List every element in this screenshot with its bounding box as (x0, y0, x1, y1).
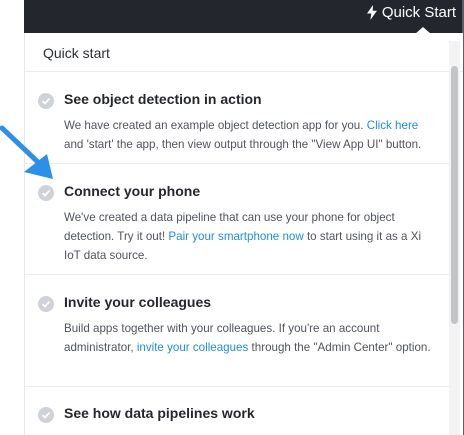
divider (25, 386, 449, 387)
click-here-link[interactable]: Click here (367, 119, 419, 132)
divider (25, 274, 449, 275)
popover-caret (415, 27, 431, 34)
pointer-arrow-icon (0, 125, 53, 179)
check-circle-icon (38, 296, 54, 312)
check-circle-icon (38, 407, 54, 423)
divider (25, 163, 449, 164)
item-title: Connect your phone (64, 183, 201, 199)
divider (25, 71, 463, 72)
item-title: See how data pipelines work (64, 405, 255, 421)
lightning-bolt-icon (366, 4, 377, 20)
quick-start-screen: Quick Start Quick start See object detec… (0, 0, 464, 435)
item-description: We've created a data pipeline that can u… (64, 211, 422, 262)
quick-start-label: Quick Start (381, 3, 456, 21)
item-title: See object detection in action (64, 91, 262, 107)
scrollbar-thumb[interactable] (451, 66, 458, 324)
item-description: Build apps together with your colleagues… (64, 322, 431, 354)
top-header-bar: Quick Start (24, 0, 464, 33)
quick-start-panel: Quick start See object detection in acti… (24, 33, 463, 435)
item-title: Invite your colleagues (64, 294, 212, 310)
check-circle-icon (38, 185, 54, 201)
check-circle-icon (38, 93, 54, 109)
quick-start-button[interactable]: Quick Start (366, 0, 456, 24)
invite-colleagues-link[interactable]: invite your colleagues (137, 341, 249, 354)
item-description: We have created an example object detect… (64, 119, 422, 151)
pair-smartphone-link[interactable]: Pair your smartphone now (168, 230, 303, 243)
panel-title: Quick start (43, 45, 110, 61)
